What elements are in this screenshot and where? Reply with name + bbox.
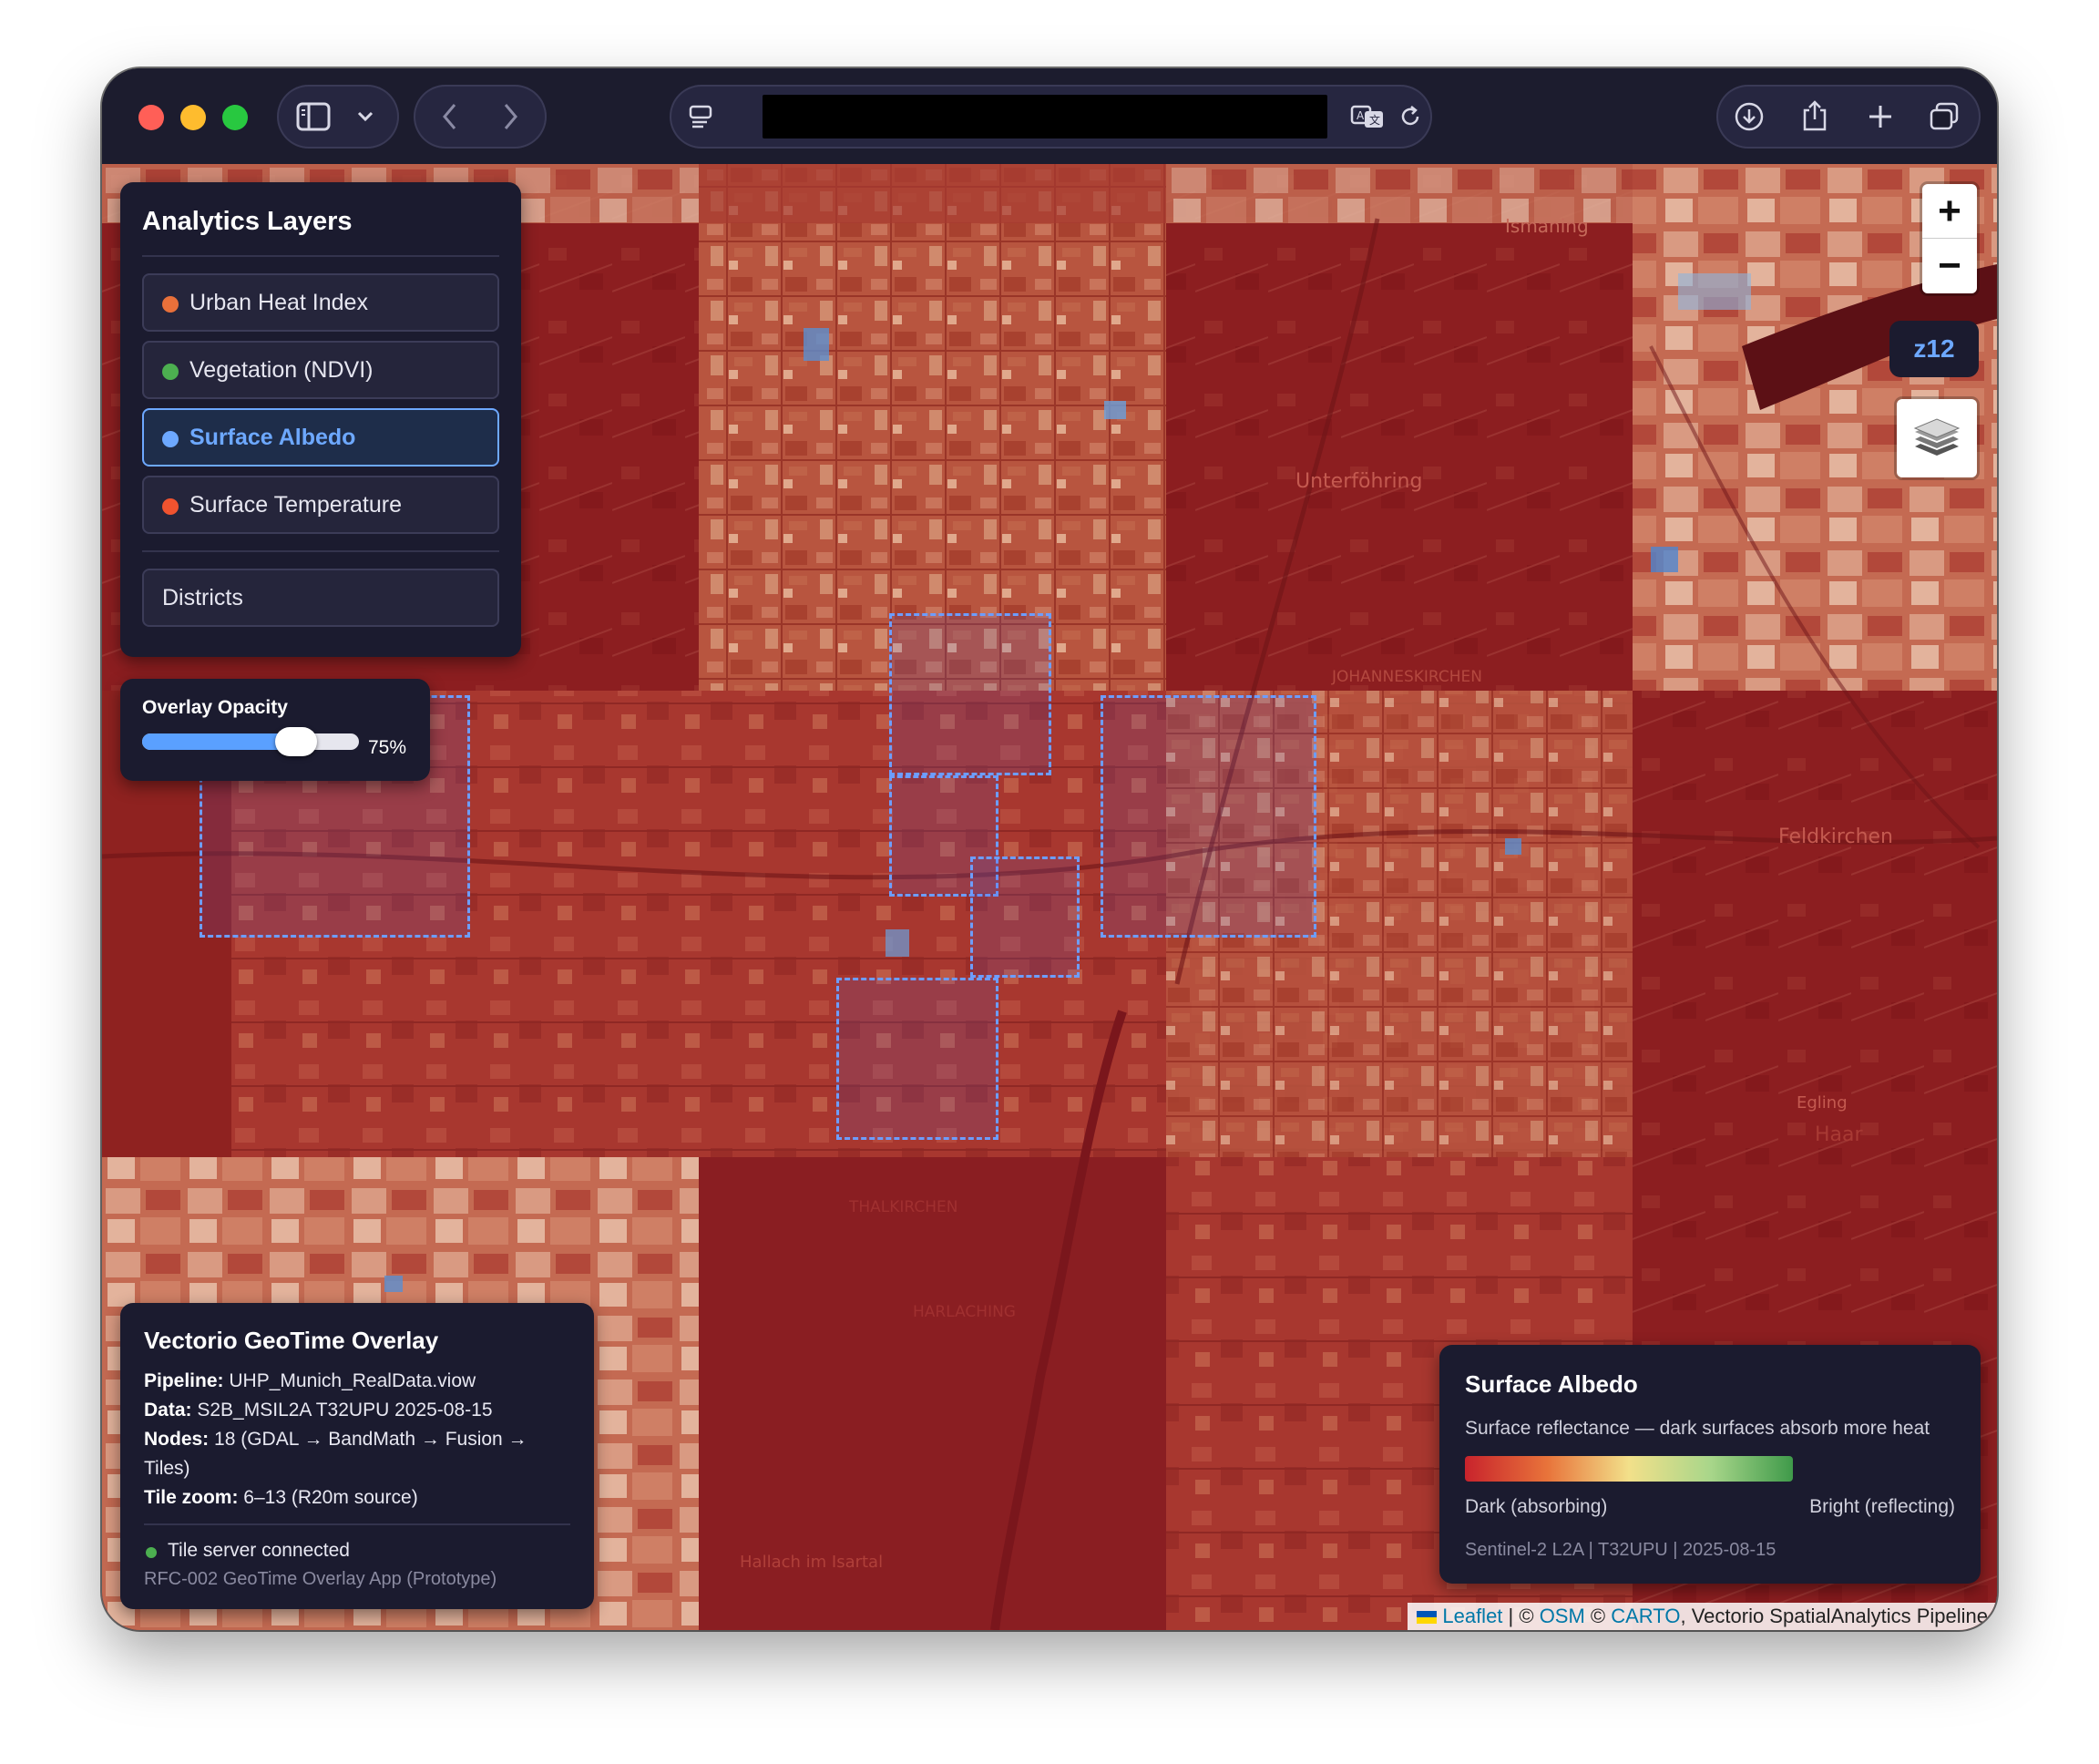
layers-control-button[interactable]	[1897, 399, 1977, 477]
layers-stack-icon	[1911, 414, 1962, 467]
map-label: Haar	[1815, 1123, 1864, 1146]
legend-source: Sentinel-2 L2A | T32UPU | 2025-08-15	[1465, 1540, 1776, 1560]
layer-color-dot	[162, 498, 179, 515]
browser-toolbar: A文	[102, 68, 1997, 164]
new-tab-icon[interactable]	[1862, 99, 1899, 134]
maximize-window-button[interactable]	[222, 105, 248, 130]
map-label: JOHANNESKIRCHEN	[1331, 668, 1482, 686]
carto-link[interactable]: CARTO	[1611, 1605, 1680, 1627]
site-info-icon[interactable]	[684, 101, 717, 132]
map-label: THALKIRCHEN	[848, 1198, 958, 1216]
layers-panel-title: Analytics Layers	[142, 207, 353, 236]
layer-color-dot	[162, 364, 179, 380]
attribution-text: , Vectorio SpatialAnalytics Pipeline	[1680, 1605, 1988, 1627]
district-zone[interactable]	[889, 613, 1051, 775]
layer-label: Surface Albedo	[189, 424, 356, 450]
info-row-data: Data: S2B_MSIL2A T32UPU 2025-08-15	[144, 1400, 493, 1420]
attribution-separator: | ©	[1502, 1605, 1540, 1627]
forward-icon[interactable]	[494, 100, 527, 133]
reload-icon[interactable]	[1395, 101, 1426, 132]
opacity-value: 75%	[368, 737, 407, 758]
layer-button-vegetation-ndvi[interactable]: Vegetation (NDVI)	[142, 341, 499, 399]
overlay-opacity-panel: Overlay Opacity 75%	[120, 679, 430, 781]
map-label: Egling	[1797, 1093, 1848, 1113]
district-zone[interactable]	[836, 978, 998, 1140]
map-attribution: Leaflet | © OSM © CARTO, Vectorio Spatia…	[1408, 1603, 1997, 1630]
district-zone[interactable]	[1101, 695, 1316, 938]
close-window-button[interactable]	[138, 105, 164, 130]
svg-text:文: 文	[1369, 113, 1380, 127]
legend-gradient-bar	[1465, 1456, 1793, 1482]
map-view[interactable]: Unterföhring Feldkirchen Haar Egling JOH…	[102, 164, 1997, 1630]
legend-description: Surface reflectance — dark surfaces abso…	[1465, 1418, 1930, 1439]
layer-label: Urban Heat Index	[189, 289, 368, 315]
legend-panel: Surface Albedo Surface reflectance — dar…	[1439, 1345, 1981, 1584]
geotime-info-panel: Vectorio GeoTime Overlay Pipeline: UHP_M…	[120, 1303, 594, 1609]
opacity-slider-fill	[142, 733, 295, 750]
translate-icon[interactable]: A文	[1349, 101, 1386, 132]
layer-button-urban-heat-index[interactable]: Urban Heat Index	[142, 273, 499, 332]
app-footer-text: RFC-002 GeoTime Overlay App (Prototype)	[144, 1569, 497, 1589]
attribution-separator: ©	[1584, 1605, 1612, 1627]
back-icon[interactable]	[434, 100, 466, 133]
opacity-slider-handle[interactable]	[275, 727, 317, 756]
map-label: Hallach im Isartal	[740, 1553, 883, 1572]
zoom-out-button[interactable]: −	[1922, 239, 1977, 293]
svg-text:A: A	[1357, 109, 1365, 122]
leaflet-link[interactable]: Leaflet	[1442, 1605, 1502, 1627]
osm-link[interactable]: OSM	[1540, 1605, 1585, 1627]
divider	[142, 550, 499, 552]
chevron-down-icon[interactable]	[352, 105, 379, 128]
info-rows: Pipeline: UHP_Munich_RealData.viow Data:…	[144, 1367, 563, 1513]
analytics-layers-panel: Analytics Layers Urban Heat Index Vegeta…	[120, 182, 521, 657]
layer-label: Surface Temperature	[189, 491, 402, 518]
map-label: HARLACHING	[913, 1303, 1016, 1321]
status-dot	[146, 1547, 157, 1558]
address-bar[interactable]: A文	[670, 85, 1432, 149]
legend-title: Surface Albedo	[1465, 1370, 1638, 1398]
info-row-nodes: Nodes: 18 (GDAL → BandMath → Fusion → Ti…	[144, 1429, 527, 1479]
divider	[142, 255, 499, 257]
sidebar-toggle-group	[277, 85, 399, 149]
zoom-in-button[interactable]: +	[1922, 184, 1977, 239]
layer-button-surface-temperature[interactable]: Surface Temperature	[142, 476, 499, 534]
opacity-label: Overlay Opacity	[142, 697, 288, 718]
toolbar-actions-group	[1716, 85, 1981, 149]
districts-toggle-button[interactable]: Districts	[142, 569, 499, 627]
info-row-tile-zoom: Tile zoom: 6–13 (R20m source)	[144, 1487, 418, 1508]
legend-max-label: Bright (reflecting)	[1809, 1496, 1955, 1517]
map-label: Feldkirchen	[1778, 826, 1893, 848]
zoom-level-badge: z12	[1889, 321, 1979, 377]
divider	[144, 1523, 570, 1525]
map-label: Ismaning	[1505, 215, 1589, 237]
minimize-window-button[interactable]	[180, 105, 206, 130]
download-icon[interactable]	[1731, 99, 1767, 134]
map-label: Unterföhring	[1295, 470, 1422, 493]
url-field[interactable]	[763, 95, 1327, 138]
district-zone[interactable]	[970, 856, 1080, 978]
info-panel-title: Vectorio GeoTime Overlay	[144, 1327, 439, 1354]
districts-label: Districts	[162, 584, 243, 610]
info-row-pipeline: Pipeline: UHP_Munich_RealData.viow	[144, 1370, 476, 1391]
share-icon[interactable]	[1797, 97, 1833, 134]
layer-color-dot	[162, 296, 179, 313]
layer-button-surface-albedo[interactable]: Surface Albedo	[142, 408, 499, 467]
sidebar-icon[interactable]	[295, 100, 332, 133]
tabs-overview-icon[interactable]	[1926, 99, 1962, 134]
status-text: Tile server connected	[168, 1540, 350, 1561]
navigation-group	[414, 85, 547, 149]
layer-color-dot	[162, 431, 179, 447]
browser-window: A文 Unterföhring Feldkirchen Haar Egling …	[102, 68, 1997, 1630]
ukraine-flag-icon	[1417, 1611, 1438, 1625]
layer-label: Vegetation (NDVI)	[189, 356, 374, 383]
zoom-control: + −	[1922, 184, 1977, 293]
opacity-slider[interactable]	[142, 727, 359, 756]
legend-min-label: Dark (absorbing)	[1465, 1496, 1608, 1517]
